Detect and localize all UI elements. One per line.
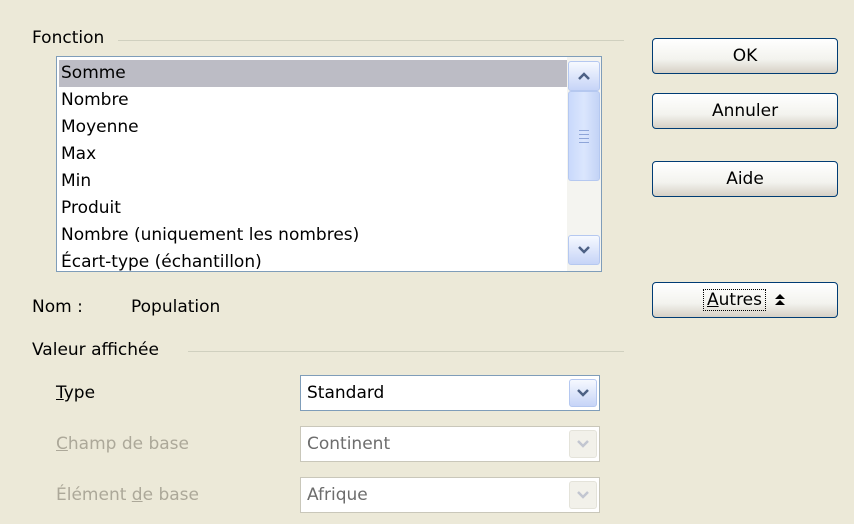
champ-de-base-dropdown-button: [569, 430, 597, 458]
chevron-down-icon: [577, 389, 589, 397]
type-label: Type: [56, 383, 96, 403]
list-item-nombre-uniquement[interactable]: Nombre (uniquement les nombres): [59, 222, 567, 249]
scroll-down-button[interactable]: [568, 235, 600, 265]
champ-de-base-label: Champ de base: [56, 434, 189, 454]
cancel-button[interactable]: Annuler: [652, 93, 838, 129]
champ-de-base-combobox: Continent: [300, 426, 600, 462]
valeur-affichee-group-label: Valeur affichée: [32, 340, 167, 360]
list-item-somme[interactable]: Somme: [59, 60, 567, 87]
function-listbox[interactable]: Somme Nombre Moyenne Max Min Produit Nom…: [56, 56, 602, 272]
chevron-down-icon: [577, 440, 589, 448]
scroll-thumb[interactable]: [568, 91, 600, 181]
help-button[interactable]: Aide: [652, 161, 838, 197]
ok-button[interactable]: OK: [652, 38, 838, 74]
double-chevron-up-icon: [775, 294, 785, 305]
element-de-base-value: Afrique: [307, 485, 368, 505]
list-scrollbar[interactable]: [567, 57, 601, 271]
more-options-label: Autres: [702, 289, 766, 311]
scroll-up-button[interactable]: [568, 61, 600, 91]
nom-label: Nom :: [32, 297, 83, 317]
fonction-group-line: [118, 40, 624, 41]
element-de-base-combobox: Afrique: [300, 477, 600, 513]
nom-value: Population: [131, 297, 221, 317]
more-options-button[interactable]: Autres: [652, 282, 838, 318]
list-item-nombre[interactable]: Nombre: [59, 87, 567, 114]
element-de-base-dropdown-button: [569, 481, 597, 509]
type-combobox-value: Standard: [307, 383, 385, 403]
list-item-min[interactable]: Min: [59, 168, 567, 195]
fonction-group-label: Fonction: [32, 28, 113, 48]
arrow-down-icon: [578, 246, 590, 254]
list-item-produit[interactable]: Produit: [59, 195, 567, 222]
valeur-group-line: [188, 351, 624, 352]
list-item-max[interactable]: Max: [59, 141, 567, 168]
champ-de-base-value: Continent: [307, 434, 391, 454]
type-combobox[interactable]: Standard: [300, 375, 600, 411]
type-dropdown-button[interactable]: [569, 379, 597, 407]
arrow-up-icon: [578, 72, 590, 80]
list-item-ecart-type[interactable]: Écart-type (échantillon): [59, 249, 567, 271]
chevron-down-icon: [577, 491, 589, 499]
list-item-moyenne[interactable]: Moyenne: [59, 114, 567, 141]
element-de-base-label: Élément de base: [56, 485, 199, 505]
